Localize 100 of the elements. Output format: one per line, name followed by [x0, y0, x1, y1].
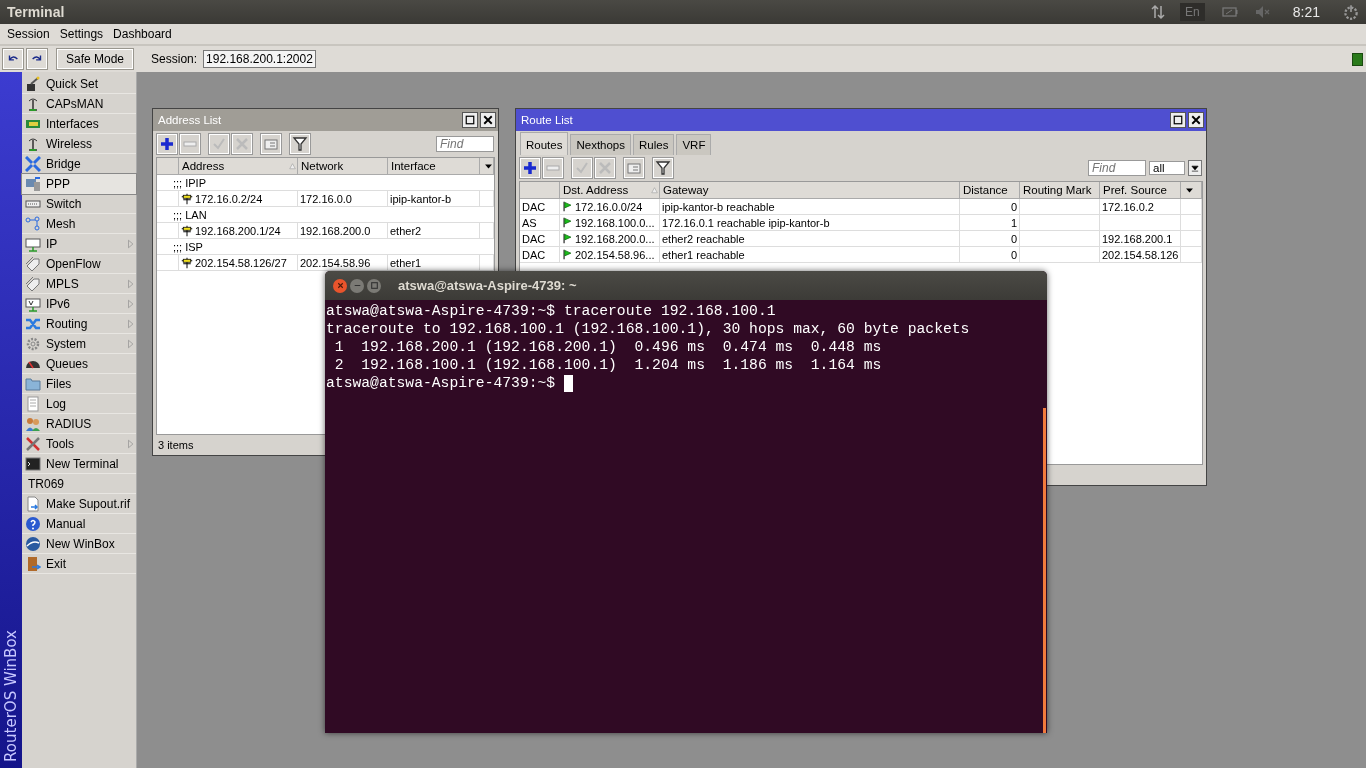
table-cell: 0 [960, 199, 1020, 214]
maximize-button[interactable] [462, 112, 478, 128]
sidebar-item[interactable]: RADIUS [22, 414, 136, 434]
sidebar-item[interactable]: Routing [22, 314, 136, 334]
tab[interactable]: Nexthops [570, 134, 632, 155]
sidebar-item[interactable]: CAPsMAN [22, 94, 136, 114]
window-title-bar[interactable]: Route List [516, 109, 1206, 131]
column-header[interactable]: Pref. Source [1100, 182, 1181, 199]
filter-button[interactable] [653, 158, 673, 178]
sidebar-item[interactable]: System [22, 334, 136, 354]
tab[interactable]: VRF [676, 134, 712, 155]
table-cell: ether2 reachable [660, 231, 960, 246]
sidebar-item[interactable]: New WinBox [22, 534, 136, 554]
table-cell: DAC [520, 231, 560, 246]
maximize-icon [369, 281, 379, 290]
flag-icon [562, 201, 573, 212]
sidebar-item[interactable]: Queues [22, 354, 136, 374]
sidebar-item[interactable]: Interfaces [22, 114, 136, 134]
column-header[interactable]: Gateway [660, 182, 960, 199]
tags-icon [25, 255, 41, 272]
column-header[interactable]: Network [298, 158, 388, 175]
terminal-line: atswa@atswa-Aspire-4739:~$ [326, 374, 557, 392]
column-header[interactable]: Address [179, 158, 298, 175]
menu-item[interactable]: Settings [59, 27, 104, 41]
sidebar-item[interactable]: Mesh [22, 214, 136, 234]
nodes-icon [25, 215, 41, 232]
brand-label: RouterOS WinBox [2, 630, 20, 764]
document-icon [25, 395, 41, 412]
close-button[interactable] [480, 112, 496, 128]
sidebar-item[interactable]: Switch [22, 194, 136, 214]
terminal-line: traceroute to 192.168.100.1 (192.168.100.1), 30 hops max, 60 byte packets [326, 320, 970, 338]
session-field[interactable]: 192.168.200.1:2002 [203, 50, 316, 68]
folder-icon [25, 375, 41, 392]
sidebar-item[interactable]: Manual [22, 514, 136, 534]
cross-icon [597, 160, 613, 176]
menu-item[interactable]: Session [7, 27, 50, 41]
table-cell: 172.16.0.0/24 [560, 199, 660, 214]
terminal-line: 2 192.168.100.1 (192.168.100.1) 1.204 ms 1.186 ms 1.164 ms [333, 356, 882, 374]
address-icon [181, 224, 193, 237]
sidebar-item[interactable]: Make Supout.rif [22, 494, 136, 514]
sidebar-item[interactable]: New Terminal [22, 454, 136, 474]
sidebar-item[interactable]: PPP [22, 174, 136, 194]
table-cell: DAC [520, 199, 560, 214]
file-icon [25, 495, 41, 512]
dropdown-button[interactable] [1188, 160, 1202, 176]
window-title: Terminal [6, 4, 66, 20]
window-title: atswa@atswa-Aspire-4739: ~ [398, 278, 577, 293]
flag-icon [562, 249, 573, 260]
column-header[interactable]: Routing Mark [1020, 182, 1100, 199]
sidebar-item[interactable]: Log [22, 394, 136, 414]
tab[interactable]: Routes [520, 132, 569, 155]
table-cell: DAC [520, 247, 560, 262]
sidebar-item[interactable]: OpenFlow [22, 254, 136, 274]
menu-item[interactable]: Dashboard [113, 27, 172, 41]
table-cell: 172.16.0.0 [298, 191, 388, 206]
comment-row[interactable]: ;;; IPIP [157, 175, 494, 190]
sidebar-item[interactable]: IP [22, 234, 136, 254]
table-cell: 202.154.58.126 [1102, 248, 1179, 261]
column-header[interactable]: Interface [388, 158, 480, 175]
sidebar-item[interactable]: Tools [22, 434, 136, 454]
find-field[interactable]: Find [1088, 160, 1146, 176]
clock[interactable]: 8:21 [1284, 4, 1328, 20]
sidebar-item[interactable]: TR069 [22, 474, 136, 494]
comment-row[interactable]: ;;; LAN [157, 207, 494, 222]
comment-button[interactable] [261, 134, 281, 154]
close-button[interactable] [1188, 112, 1204, 128]
sidebar-item[interactable]: MPLS [22, 274, 136, 294]
tags-icon [25, 275, 41, 292]
maximize-button[interactable] [1170, 112, 1186, 128]
minimize-button[interactable] [350, 278, 364, 293]
sidebar-item[interactable]: Wireless [22, 134, 136, 154]
status-indicator [1352, 52, 1363, 66]
add-button[interactable] [157, 134, 177, 154]
computer-icon [25, 175, 41, 192]
address-icon [181, 256, 193, 269]
comment-row[interactable]: ;;; ISP [157, 239, 494, 254]
sidebar-item[interactable]: Exit [22, 554, 136, 574]
sidebar-item[interactable]: Files [22, 374, 136, 394]
sidebar-item[interactable]: IPv6 [22, 294, 136, 314]
globe-icon [25, 535, 41, 552]
filter-dropdown[interactable]: all [1149, 161, 1185, 175]
find-field[interactable]: Find [436, 136, 494, 152]
column-header[interactable]: Distance [960, 182, 1020, 199]
gear-icon [25, 335, 41, 352]
muted-speaker-icon [1254, 4, 1271, 20]
safe-mode-button[interactable]: Safe Mode [57, 49, 134, 69]
power-gear-icon [1342, 3, 1360, 21]
help-icon [25, 515, 41, 532]
filter-button[interactable] [290, 134, 310, 154]
table-cell: 192.168.200.0... [560, 231, 660, 246]
undo-button[interactable] [3, 49, 23, 69]
redo-button[interactable] [27, 49, 47, 69]
table-cell: 202.154.58.96... [560, 247, 660, 262]
comment-button[interactable] [624, 158, 644, 178]
people-icon [25, 415, 41, 432]
filter-icon [655, 160, 671, 176]
add-button[interactable] [520, 158, 540, 178]
tab[interactable]: Rules [633, 134, 675, 155]
column-header[interactable]: Dst. Address [560, 182, 660, 199]
sidebar-item[interactable]: Quick Set [22, 74, 136, 94]
